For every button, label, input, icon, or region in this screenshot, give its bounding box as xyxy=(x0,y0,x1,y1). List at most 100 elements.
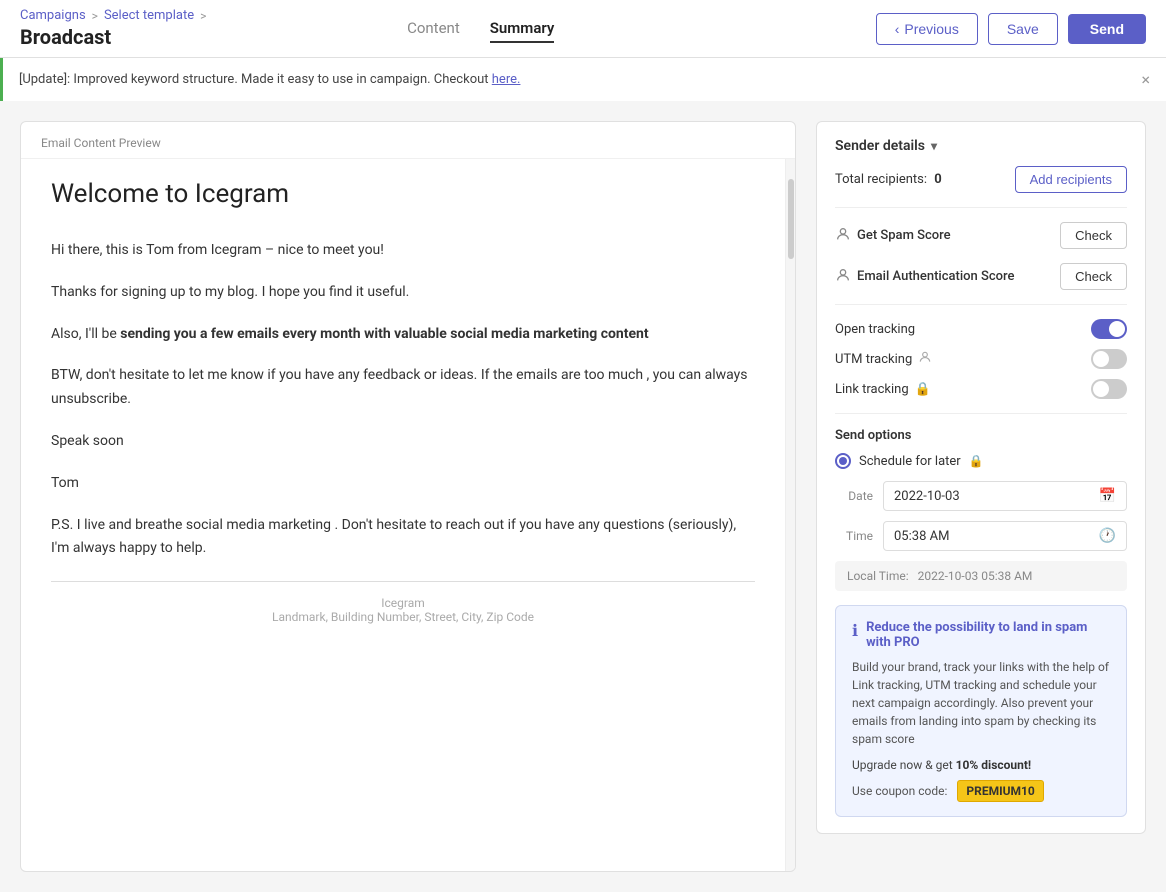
link-lock-icon: 🔒 xyxy=(915,382,931,397)
link-toggle-knob xyxy=(1093,381,1109,397)
spam-score-check-button[interactable]: Check xyxy=(1060,222,1127,249)
header-left: Campaigns > Select template > Broadcast xyxy=(20,8,246,49)
send-button[interactable]: Send xyxy=(1068,14,1146,44)
local-time-label: Local Time: xyxy=(847,569,909,583)
breadcrumb-campaigns[interactable]: Campaigns xyxy=(20,8,86,23)
tab-content[interactable]: Content xyxy=(407,15,460,43)
link-tracking-label: Link tracking 🔒 xyxy=(835,382,931,397)
previous-label: Previous xyxy=(904,21,958,37)
discount-text: 10% discount! xyxy=(956,758,1032,772)
clock-icon: 🕐 xyxy=(1099,528,1116,544)
coupon-row: Use coupon code: PREMIUM10 xyxy=(852,780,1110,802)
spam-score-label: Get Spam Score xyxy=(835,226,951,246)
breadcrumb-sep1: > xyxy=(92,9,98,23)
upgrade-row: Upgrade now & get 10% discount! xyxy=(852,758,1110,772)
header-nav: Content Summary xyxy=(407,15,554,43)
body-para-2: Thanks for signing up to my blog. I hope… xyxy=(51,281,755,305)
page-title: Broadcast xyxy=(20,25,246,49)
sender-details-card: Sender details ▾ Total recipients: 0 Add… xyxy=(816,121,1146,834)
sender-details-header[interactable]: Sender details ▾ xyxy=(835,138,1127,154)
save-button[interactable]: Save xyxy=(988,13,1058,45)
date-label: Date xyxy=(835,489,873,503)
utm-icon xyxy=(918,350,932,368)
time-input[interactable]: 05:38 AM 🕐 xyxy=(883,521,1127,551)
scroll-thumb[interactable] xyxy=(788,179,794,259)
email-subject: Welcome to Icegram xyxy=(51,179,755,209)
link-tracking-toggle[interactable] xyxy=(1091,379,1127,399)
pro-info-icon: ℹ xyxy=(852,621,858,640)
banner-text: [Update]: Improved keyword structure. Ma… xyxy=(19,72,520,87)
utm-tracking-toggle[interactable] xyxy=(1091,349,1127,369)
time-label: Time xyxy=(835,529,873,543)
add-recipients-button[interactable]: Add recipients xyxy=(1015,166,1127,193)
body-para-1: Hi there, this is Tom from Icegram – nic… xyxy=(51,239,755,263)
header-actions: ‹ Previous Save Send xyxy=(876,13,1146,45)
banner-close-icon[interactable]: × xyxy=(1141,70,1150,89)
spam-score-row: Get Spam Score Check xyxy=(835,222,1127,249)
email-body: Hi there, this is Tom from Icegram – nic… xyxy=(51,239,755,561)
email-footer: Icegram Landmark, Building Number, Stree… xyxy=(51,581,755,624)
link-tracking-row: Link tracking 🔒 xyxy=(835,379,1127,399)
body-para-4: BTW, don't hesitate to let me know if yo… xyxy=(51,364,755,412)
open-tracking-toggle[interactable] xyxy=(1091,319,1127,339)
recipients-row: Total recipients: 0 Add recipients xyxy=(835,166,1127,193)
schedule-later-row: Schedule for later 🔒 xyxy=(835,453,1127,469)
utm-tracking-label: UTM tracking xyxy=(835,350,932,368)
breadcrumb-sep2: > xyxy=(200,9,206,23)
banner-link[interactable]: here. xyxy=(492,72,521,87)
radio-inner xyxy=(839,457,847,465)
spam-score-icon xyxy=(835,226,851,246)
auth-score-icon xyxy=(835,267,851,287)
toggle-knob xyxy=(1109,321,1125,337)
body-para-5: Speak soon xyxy=(51,430,755,454)
recipients-count: 0 xyxy=(934,172,941,187)
body-para-3: Also, I'll be sending you a few emails e… xyxy=(51,323,755,347)
divider-1 xyxy=(835,207,1127,208)
coupon-label: Use coupon code: xyxy=(852,784,947,798)
divider-3 xyxy=(835,413,1127,414)
schedule-lock-icon: 🔒 xyxy=(969,454,984,468)
update-banner: [Update]: Improved keyword structure. Ma… xyxy=(0,58,1166,101)
preview-label: Email Content Preview xyxy=(21,122,795,159)
previous-button[interactable]: ‹ Previous xyxy=(876,13,978,45)
coupon-badge: PREMIUM10 xyxy=(957,780,1043,802)
email-preview-panel: Email Content Preview Welcome to Icegram… xyxy=(20,121,796,872)
recipients-label: Total recipients: 0 xyxy=(835,172,942,187)
body-para-6: Tom xyxy=(51,472,755,496)
open-tracking-row: Open tracking xyxy=(835,319,1127,339)
auth-score-row: Email Authentication Score Check xyxy=(835,263,1127,290)
footer-address: Landmark, Building Number, Street, City,… xyxy=(51,610,755,624)
chevron-left-icon: ‹ xyxy=(895,21,900,37)
pro-title: Reduce the possibility to land in spam w… xyxy=(866,620,1110,650)
date-input[interactable]: 2022-10-03 📅 xyxy=(883,481,1127,511)
scroll-track[interactable] xyxy=(785,159,795,871)
right-panel: Sender details ▾ Total recipients: 0 Add… xyxy=(816,121,1146,872)
breadcrumb: Campaigns > Select template > xyxy=(20,8,206,23)
divider-2 xyxy=(835,304,1127,305)
send-options-label: Send options xyxy=(835,428,1127,443)
calendar-icon: 📅 xyxy=(1099,488,1116,504)
schedule-label: Schedule for later xyxy=(859,454,961,469)
schedule-radio[interactable] xyxy=(835,453,851,469)
footer-company: Icegram xyxy=(51,596,755,610)
time-row: Time 05:38 AM 🕐 xyxy=(835,521,1127,551)
utm-tracking-row: UTM tracking xyxy=(835,349,1127,369)
breadcrumb-select-template[interactable]: Select template xyxy=(104,8,194,23)
pro-banner-header: ℹ Reduce the possibility to land in spam… xyxy=(852,620,1110,650)
sender-details-chevron: ▾ xyxy=(931,139,937,153)
main-content: Email Content Preview Welcome to Icegram… xyxy=(0,101,1166,892)
utm-toggle-knob xyxy=(1093,351,1109,367)
header: Campaigns > Select template > Broadcast … xyxy=(0,0,1166,58)
open-tracking-label: Open tracking xyxy=(835,322,915,337)
body-para-7: P.S. I live and breathe social media mar… xyxy=(51,514,755,562)
sender-details-label: Sender details xyxy=(835,138,925,154)
date-row: Date 2022-10-03 📅 xyxy=(835,481,1127,511)
auth-score-check-button[interactable]: Check xyxy=(1060,263,1127,290)
pro-description: Build your brand, track your links with … xyxy=(852,658,1110,748)
local-time-value: 2022-10-03 05:38 AM xyxy=(918,569,1033,583)
email-content: Welcome to Icegram Hi there, this is Tom… xyxy=(21,159,785,871)
pro-banner: ℹ Reduce the possibility to land in spam… xyxy=(835,605,1127,817)
local-time-row: Local Time: 2022-10-03 05:38 AM xyxy=(835,561,1127,591)
tab-summary[interactable]: Summary xyxy=(490,15,555,43)
auth-score-label: Email Authentication Score xyxy=(835,267,1014,287)
